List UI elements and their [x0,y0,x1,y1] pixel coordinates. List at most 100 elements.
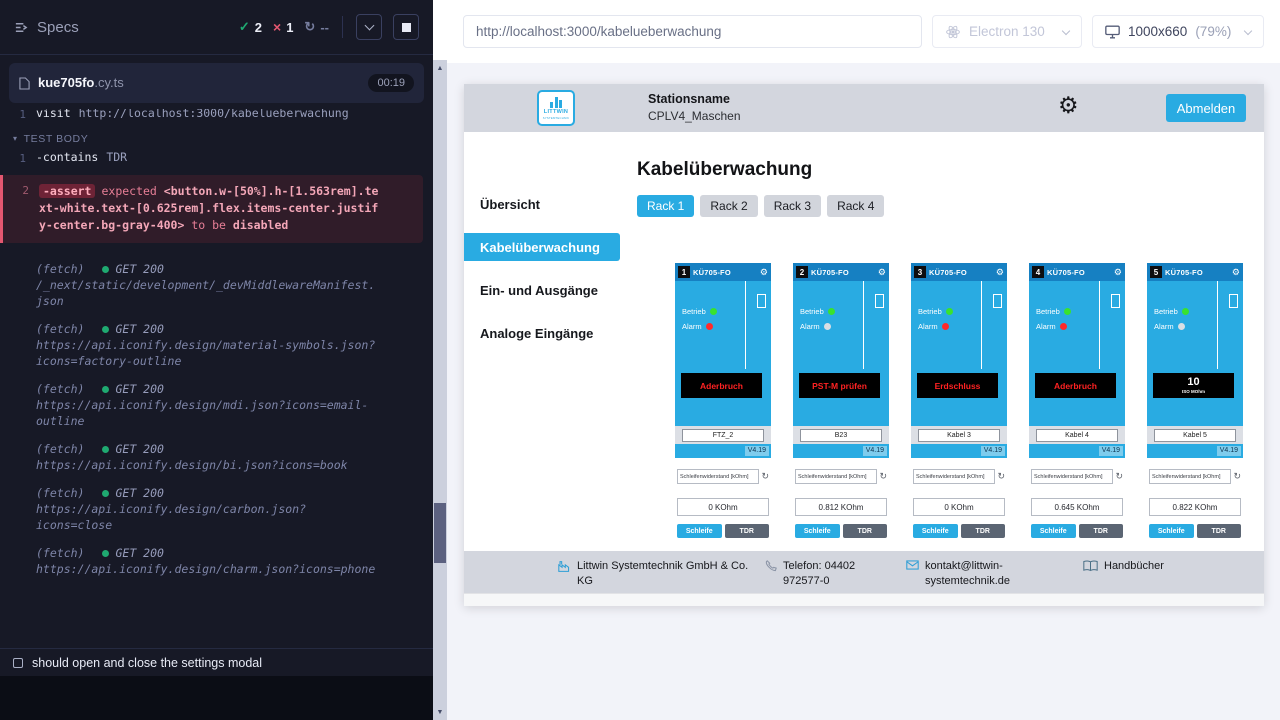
failed-assert-row[interactable]: 2 -assertexpected <button.w-[50%].h-[1.5… [0,175,423,243]
schleife-button[interactable]: Schleife [913,524,958,538]
littwin-logo: LITTWIN SYSTEMTECHNIK [537,90,575,126]
specs-toggle[interactable]: Specs [14,19,79,36]
resistance-label: Schleifenwiderstand [kOhm] [1149,469,1231,484]
led-alarm-label: Alarm [682,322,702,331]
refresh-icon[interactable]: ↻ [997,472,1005,481]
led-alarm-label: Alarm [1154,322,1174,331]
refresh-icon[interactable]: ↻ [879,472,887,481]
fetch-log-row[interactable]: (fetch)GET 200 https://api.iconify.desig… [0,485,433,533]
url-input[interactable] [463,15,922,48]
next-test-row[interactable]: should open and close the settings modal [0,648,433,676]
stop-icon [402,23,411,32]
status-badge: Erdschluss [917,373,998,398]
app-body: Übersicht Kabelüberwachung Ein- und Ausg… [464,132,1264,606]
sidebar-item-analoge-eingaenge[interactable]: Analoge Eingänge [464,319,620,347]
passed-count[interactable]: ✓2 [239,19,262,35]
fetch-status: GET 200 [115,485,163,501]
schleife-button[interactable]: Schleife [1031,524,1076,538]
schleife-button[interactable]: Schleife [677,524,722,538]
tdr-button[interactable]: TDR [1079,524,1124,538]
schleife-button[interactable]: Schleife [795,524,840,538]
device-settings-icon[interactable]: ⚙ [1114,268,1122,277]
cypress-reporter-panel: Specs ✓2 ×1 ↻-- kue705fo.cy.ts 00:19 1 v… [0,0,433,720]
resistance-value: 0 KOhm [677,498,769,516]
app-horizontal-scrollbar[interactable] [464,593,1264,606]
file-icon [19,77,30,90]
refresh-icon[interactable]: ↻ [1233,472,1241,481]
status-badge: PST-M prüfen [799,373,880,398]
resistance-value: 0.812 KOhm [795,498,887,516]
scroll-down-arrow[interactable]: ▼ [433,704,447,720]
fetch-log-row[interactable]: (fetch)GET 200 https://api.iconify.desig… [0,381,433,429]
sidebar-item-ein-und-ausgaenge[interactable]: Ein- und Ausgänge [464,276,620,304]
led-betrieb-label: Betrieb [918,307,942,316]
device-settings-icon[interactable]: ⚙ [760,268,768,277]
device-number: 4 [1032,266,1044,278]
rack-tabs: Rack 1 Rack 2 Rack 3 Rack 4 [637,195,1264,217]
iso-display: 10ISO MOhm [1153,373,1234,398]
browser-select[interactable]: Electron 130 [932,15,1082,48]
led-alarm-label: Alarm [918,322,938,331]
fetch-label: (fetch) [36,261,84,277]
assert-message: -assertexpected <button.w-[50%].h-[1.563… [39,183,384,234]
command-name: -contains [36,149,98,166]
logout-button[interactable]: Abmelden [1166,94,1246,122]
command-log: 1 visit http://localhost:3000/kabelueber… [0,109,433,648]
device-settings-icon[interactable]: ⚙ [1232,268,1240,277]
fetch-log-row[interactable]: (fetch)GET 200 https://api.iconify.desig… [0,321,433,369]
fetch-label: (fetch) [36,441,84,457]
settings-gear-icon[interactable]: ⚙ [1058,92,1079,120]
fetch-log-row[interactable]: (fetch)GET 200 https://api.iconify.desig… [0,545,433,577]
spec-file-row[interactable]: kue705fo.cy.ts 00:19 [9,63,424,103]
led-betrieb-label: Betrieb [1036,307,1060,316]
fetch-log-row[interactable]: (fetch)GET 200 /_next/static/development… [0,261,433,309]
alarm-led-icon [942,323,949,330]
chevron-down-icon [364,21,374,31]
device-card-5: 5KÜ705-FO⚙ Betrieb Alarm 10ISO MOhm Kabe… [1147,263,1243,538]
test-icon [13,658,23,668]
alarm-led-icon [824,323,831,330]
command-contains[interactable]: 1 -contains TDR [0,149,433,167]
reporter-scrollbar: ▲ ▼ [433,0,447,720]
sidebar-item-uebersicht[interactable]: Übersicht [464,190,620,218]
failed-count[interactable]: ×1 [273,19,293,35]
footer-email[interactable]: kontakt@littwin-systemtechnik.de [906,559,1010,589]
fetch-log-row[interactable]: (fetch)GET 200 https://api.iconify.desig… [0,441,433,473]
app-sidebar: Übersicht Kabelüberwachung Ein- und Ausg… [464,132,620,606]
tdr-button[interactable]: TDR [961,524,1006,538]
scrollbar-thumb[interactable] [434,503,446,563]
led-betrieb-label: Betrieb [800,307,824,316]
device-settings-icon[interactable]: ⚙ [878,268,886,277]
app-viewport: LITTWIN SYSTEMTECHNIK Stationsname CPLV4… [464,84,1264,606]
sidebar-item-kabelueberwachung[interactable]: Kabelüberwachung [464,233,620,261]
fetch-url: https://api.iconify.design/charm.json?ic… [36,561,375,577]
footer-manuals[interactable]: Handbücher [1083,559,1164,574]
device-card-2: 2KÜ705-FO⚙ Betrieb Alarm PST-M prüfen B2… [793,263,889,538]
collapse-tests-button[interactable] [356,14,382,40]
tab-rack-3[interactable]: Rack 3 [764,195,821,217]
fetch-status: GET 200 [115,441,163,457]
viewport-select[interactable]: 1000x660 (79%) [1092,15,1264,48]
specs-label: Specs [37,19,79,36]
status-dot-icon [102,490,109,497]
refresh-icon[interactable]: ↻ [1115,472,1123,481]
tdr-button[interactable]: TDR [1197,524,1242,538]
tdr-button[interactable]: TDR [843,524,888,538]
pending-count[interactable]: ↻-- [304,19,329,35]
device-settings-icon[interactable]: ⚙ [996,268,1004,277]
stop-run-button[interactable] [393,14,419,40]
test-body-section[interactable]: ▾ TEST BODY [0,133,433,145]
schleife-button[interactable]: Schleife [1149,524,1194,538]
divider [1099,281,1100,369]
tab-rack-2[interactable]: Rack 2 [700,195,757,217]
tdr-button[interactable]: TDR [725,524,770,538]
tab-rack-1[interactable]: Rack 1 [637,195,694,217]
command-visit[interactable]: 1 visit http://localhost:3000/kabelueber… [0,109,433,123]
footer-phone[interactable]: Telefon: 04402 972577-0 [764,559,890,589]
refresh-icon[interactable]: ↻ [761,472,769,481]
tab-rack-4[interactable]: Rack 4 [827,195,884,217]
logo-text: LITTWIN [544,109,568,115]
iso-value: 10 [1187,377,1199,388]
browser-label: Electron 130 [969,24,1045,39]
scroll-up-arrow[interactable]: ▲ [433,60,447,76]
